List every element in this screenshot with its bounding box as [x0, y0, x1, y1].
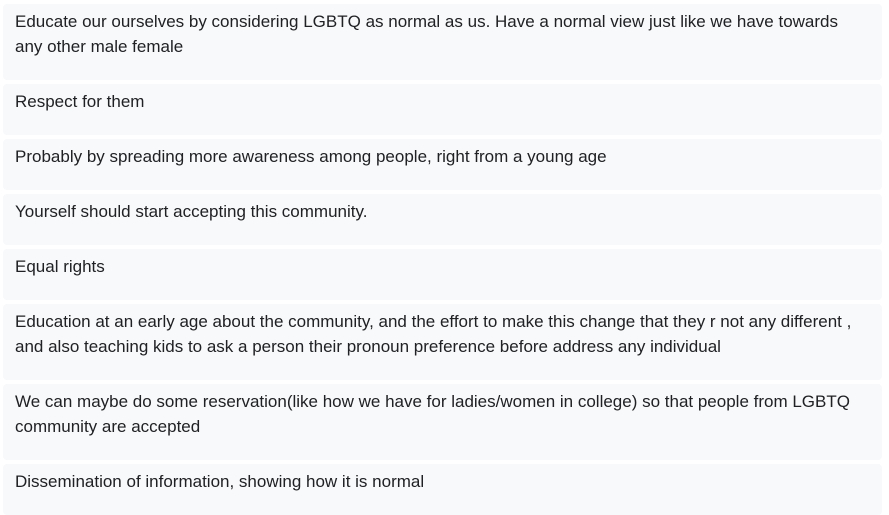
response-item: Equal rights: [3, 249, 882, 300]
response-list: Educate our ourselves by considering LGB…: [3, 0, 882, 515]
response-item: Educate our ourselves by considering LGB…: [3, 4, 882, 80]
response-item: Respect for them: [3, 84, 882, 135]
response-item: Yourself should start accepting this com…: [3, 194, 882, 245]
response-item: We can maybe do some reservation(like ho…: [3, 384, 882, 460]
response-item: Probably by spreading more awareness amo…: [3, 139, 882, 190]
response-item: Dissemination of information, showing ho…: [3, 464, 882, 515]
response-item: Education at an early age about the comm…: [3, 304, 882, 380]
